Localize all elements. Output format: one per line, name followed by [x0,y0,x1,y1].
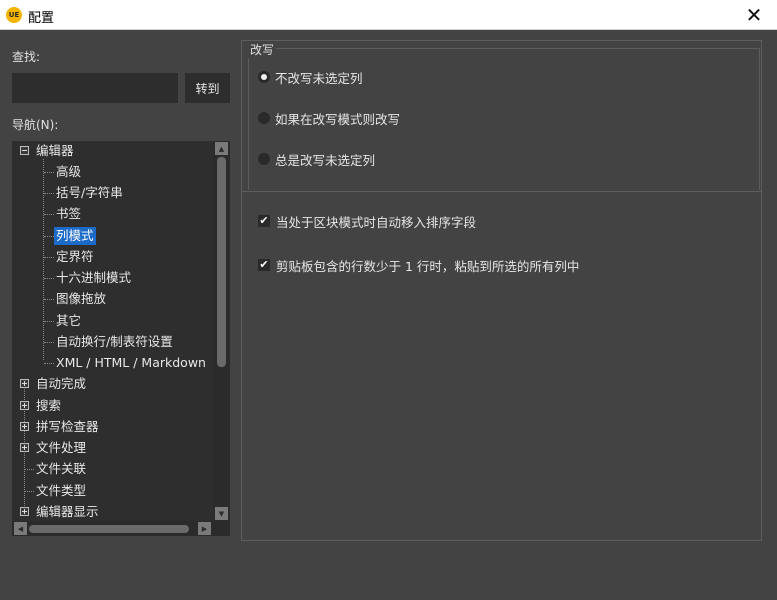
tree-connector [44,278,54,279]
radio-label: 不改写未选定列 [275,70,363,86]
expand-icon[interactable] [20,443,29,452]
ue-app-icon: UE [6,7,22,23]
radio-checked-icon[interactable] [258,71,270,83]
scroll-up-icon[interactable]: ▲ [215,142,228,155]
close-icon: ✕ [745,3,763,27]
scrollbar-corner [213,521,230,536]
tree-connector [44,172,54,173]
tree-item-label: 十六进制模式 [56,270,132,285]
tree-item-label: 高级 [56,164,82,179]
radio-unchecked-icon[interactable] [258,153,270,165]
tree-item-label: 定界符 [56,249,94,264]
radio-overwrite-in-mode[interactable]: 如果在改写模式则改写 [258,110,401,127]
tree-content: 编辑器 高级 括号/字符串 书签 列模式 定界符 十六进制模式 图像拖放 其它 … [12,141,212,521]
tree-item-label: 书签 [56,206,82,221]
tree-connector [25,491,34,492]
title-bar: UE 配置 ✕ [0,0,777,30]
tree-connector [44,193,54,194]
horizontal-scrollbar[interactable]: ◀ ▶ [12,521,213,536]
tree-connector [25,469,34,470]
section-divider [242,191,761,192]
tree-connector [44,299,54,300]
checkbox-label: 当处于区块模式时自动移入排序字段 [276,214,477,230]
goto-button[interactable]: 转到 [185,73,230,103]
collapse-icon[interactable] [20,146,29,155]
tree-item-label: 括号/字符串 [56,185,123,200]
checkmark-icon[interactable]: ✔ [258,259,270,271]
expand-icon[interactable] [20,507,29,516]
tree-connector [44,342,54,343]
navigation-tree[interactable]: 编辑器 高级 括号/字符串 书签 列模式 定界符 十六进制模式 图像拖放 其它 … [12,141,230,536]
horizontal-scroll-thumb[interactable] [29,525,189,533]
checkmark-icon[interactable]: ✔ [258,215,270,227]
tree-item-label: 编辑器 [36,143,74,158]
tree-item-label: 文件处理 [36,440,87,455]
vertical-scrollbar[interactable]: ▲ ▼ [213,141,230,521]
expand-icon[interactable] [20,422,29,431]
tree-item-label: 自动完成 [36,376,87,391]
tree-item-label: 拼写检查器 [36,419,99,434]
scroll-left-icon[interactable]: ◀ [14,522,27,535]
tree-item-label: 搜索 [36,398,62,413]
checkbox-paste-all-columns[interactable]: ✔ 剪贴板包含的行数少于 1 行时，粘贴到所选的所有列中 [258,257,580,274]
radio-always-overwrite[interactable]: 总是改写未选定列 [258,151,376,168]
checkbox-label: 剪贴板包含的行数少于 1 行时，粘贴到所选的所有列中 [276,258,580,274]
scroll-right-icon[interactable]: ▶ [198,522,211,535]
expand-icon[interactable] [20,401,29,410]
vertical-scroll-thumb[interactable] [217,157,226,367]
radio-label: 如果在改写模式则改写 [275,111,401,127]
tree-item-label: 其它 [56,313,82,328]
tree-item-label: 列模式 [54,227,96,245]
search-label: 查找: [12,50,41,64]
tree-item-label: 文件类型 [36,483,87,498]
scroll-down-icon[interactable]: ▼ [215,507,228,520]
tree-connector [43,159,44,360]
tree-connector [44,214,54,215]
tree-connector [44,321,54,322]
radio-unchecked-icon[interactable] [258,112,270,124]
tree-connector [44,236,54,237]
tree-connector [44,257,54,258]
radio-no-overwrite[interactable]: 不改写未选定列 [258,69,363,86]
tree-item-label: 自动换行/制表符设置 [56,334,173,349]
radio-label: 总是改写未选定列 [275,152,376,168]
navigation-label: 导航(N): [12,118,59,132]
tree-item-label: 图像拖放 [56,291,107,306]
tree-item-label: 文件关联 [36,461,87,476]
overwrite-group-title: 改写 [248,41,277,58]
tree-item-label: 编辑器显示 [36,504,99,519]
tree-item-label: XML / HTML / Markdown [56,355,206,370]
expand-icon[interactable] [20,379,29,388]
window-title: 配置 [28,11,55,26]
checkbox-auto-sort-field[interactable]: ✔ 当处于区块模式时自动移入排序字段 [258,213,477,230]
search-input[interactable] [12,73,178,103]
close-button[interactable]: ✕ [731,0,777,30]
tree-connector [44,363,54,364]
